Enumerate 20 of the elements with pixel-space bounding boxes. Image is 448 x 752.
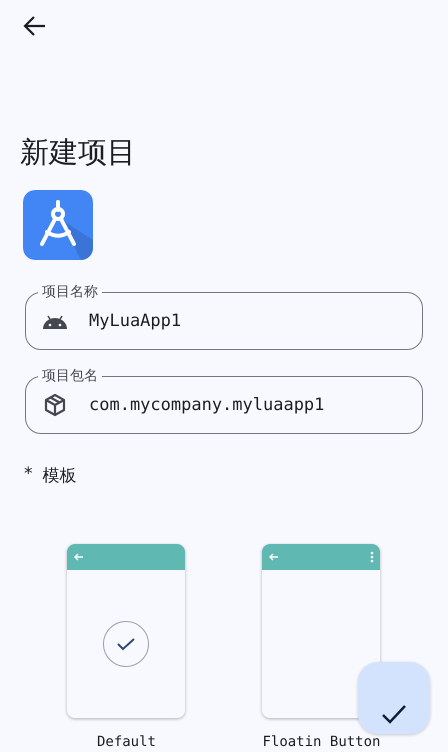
- check-icon: [381, 704, 407, 724]
- more-icon: [370, 551, 374, 563]
- template-name: Default: [96, 734, 156, 750]
- field-value: MyLuaApp1: [89, 310, 182, 330]
- back-arrow-icon: [268, 552, 280, 562]
- back-arrow-icon: [73, 552, 86, 562]
- required-mark: *: [24, 464, 32, 486]
- confirm-button[interactable]: [358, 662, 430, 734]
- app-logo-icon[interactable]: [23, 190, 93, 260]
- field-label: 项目名称: [41, 284, 99, 300]
- field-label: 项目包名: [41, 368, 99, 384]
- text-field[interactable]: 项目包名 com.mycompany.myluaapp1: [25, 368, 423, 434]
- template-name: Floatin Button: [262, 734, 380, 750]
- field-value: com.mycompany.myluaapp1: [89, 394, 324, 414]
- template-card[interactable]: [67, 544, 186, 718]
- page-title: 新建项目: [20, 134, 137, 171]
- text-field[interactable]: 项目名称 MyLuaApp1: [25, 284, 423, 350]
- selected-check-icon: [103, 621, 150, 667]
- section-label: 模板: [42, 465, 76, 487]
- template-card[interactable]: [262, 544, 380, 718]
